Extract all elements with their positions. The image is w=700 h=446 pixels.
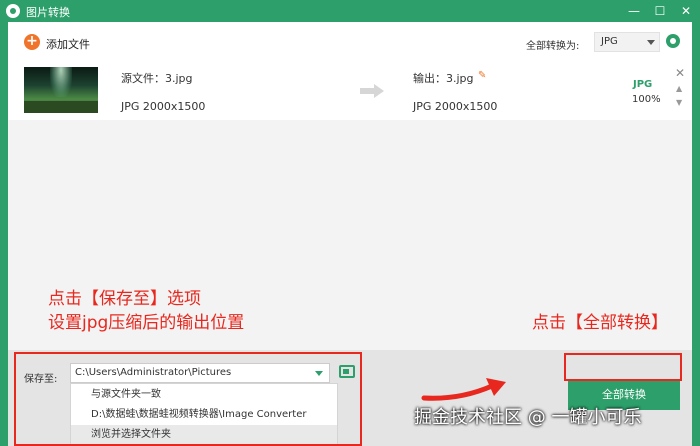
highlight-save-to-box — [14, 352, 362, 446]
title-bar: 图片转换 — ☐ ✕ — [0, 0, 700, 22]
gear-icon[interactable] — [666, 34, 680, 48]
curved-arrow-icon — [421, 378, 506, 401]
window-title: 图片转换 — [26, 6, 70, 19]
watermark-text: 掘金技术社区 @ 一罐小可乐 — [414, 407, 642, 428]
arrow-right-icon — [360, 84, 384, 98]
toolbar: + 添加文件 全部转换为: JPG — [8, 22, 692, 62]
format-select-value: JPG — [601, 36, 618, 47]
highlight-convert-box — [564, 353, 682, 381]
annotation-save-to-line1: 点击【保存至】选项 — [48, 289, 201, 309]
minimize-button[interactable]: — — [624, 2, 644, 20]
move-up-icon[interactable]: ▲ — [676, 84, 682, 93]
add-icon[interactable]: + — [24, 34, 40, 50]
maximize-button[interactable]: ☐ — [650, 2, 670, 20]
add-file-button[interactable]: 添加文件 — [46, 36, 90, 52]
source-meta: JPG 2000x1500 — [121, 100, 206, 113]
close-window-button[interactable]: ✕ — [676, 2, 696, 20]
format-select[interactable]: JPG — [594, 32, 660, 52]
output-filename: 输出：3.jpg — [413, 72, 474, 85]
annotation-save-to-line2: 设置jpg压缩后的输出位置 — [48, 313, 245, 333]
file-row: 源文件：3.jpg JPG 2000x1500 输出：3.jpg ✎ JPG 2… — [8, 62, 692, 120]
remove-file-close-icon[interactable]: ✕ — [675, 67, 685, 79]
annotation-convert-all: 点击【全部转换】 — [532, 313, 668, 333]
output-meta: JPG 2000x1500 — [413, 100, 498, 113]
chevron-down-icon — [647, 40, 655, 45]
app-logo-icon — [6, 4, 20, 18]
move-down-icon[interactable]: ▼ — [676, 98, 682, 107]
progress-percent: 100% — [632, 94, 661, 105]
source-filename: 源文件：3.jpg — [121, 72, 193, 85]
file-thumbnail — [24, 67, 98, 113]
output-format-badge[interactable]: JPG — [633, 79, 652, 90]
convert-all-to-label: 全部转换为: — [526, 41, 580, 52]
edit-icon[interactable]: ✎ — [478, 71, 488, 81]
